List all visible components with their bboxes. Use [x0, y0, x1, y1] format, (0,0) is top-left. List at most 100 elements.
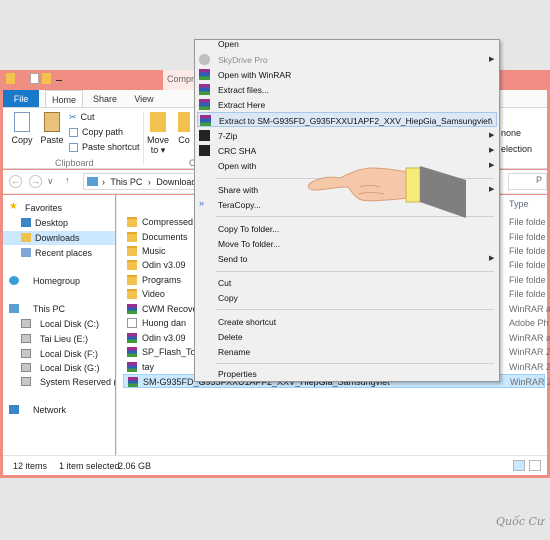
nav-desktop[interactable]: Desktop — [3, 216, 115, 230]
folder-icon[interactable] — [6, 73, 15, 84]
move-to-label: Move to ▾ — [146, 135, 169, 155]
forward-button[interactable]: → — [29, 175, 42, 188]
folder-icon — [127, 289, 137, 299]
new-folder-icon[interactable] — [42, 73, 51, 84]
large-icons-view-button[interactable] — [529, 460, 541, 471]
copy-button[interactable]: Copy — [9, 112, 35, 145]
ribbon-divider — [143, 112, 144, 164]
nav-system-reserved-h[interactable]: System Reserved (H: — [3, 375, 115, 389]
computer-icon — [87, 177, 98, 186]
move-to-icon — [150, 112, 166, 132]
status-bar: 12 items 1 item selected 2.06 GB — [3, 455, 547, 475]
file-type: File folde — [509, 246, 546, 256]
paste-shortcut-icon — [69, 143, 78, 153]
drive-icon — [21, 377, 31, 386]
cloud-icon — [199, 54, 210, 65]
menu-item-properties[interactable]: Properties — [197, 366, 497, 381]
menu-separator — [216, 271, 494, 272]
menu-item-extract-to-folder[interactable]: Extract to SM-G935FD_G935FXXU1APF2_XXV_H… — [197, 112, 497, 127]
search-input[interactable]: P — [508, 173, 547, 190]
menu-item-label: Rename — [218, 347, 251, 357]
menu-item-extract-files[interactable]: Extract files... — [197, 82, 497, 97]
paste-label: Paste — [40, 135, 64, 145]
paste-shortcut-button[interactable]: Paste shortcut — [69, 142, 140, 154]
navigation-pane: ★ Favorites Desktop Downloads Recent pla… — [3, 195, 115, 455]
copy-path-icon — [69, 128, 78, 138]
menu-separator — [216, 363, 494, 364]
nav-favorites[interactable]: ★ Favorites — [3, 201, 115, 215]
file-name: tay — [142, 362, 155, 372]
menu-item-label: 7-Zip — [218, 131, 238, 141]
menu-item-skydrive-pro[interactable]: SkyDrive Pro ▶ — [197, 52, 497, 67]
nav-tai-lieu-e[interactable]: Tai Lieu (E:) — [3, 332, 115, 346]
winrar-icon — [200, 115, 211, 126]
cut-button[interactable]: ✂ Cut — [69, 112, 95, 124]
copy-label: Copy — [11, 135, 33, 145]
file-type: File folde — [509, 289, 546, 299]
menu-item-extract-here[interactable]: Extract Here — [197, 97, 497, 112]
invert-selection-button[interactable]: election — [501, 144, 532, 154]
file-type: WinRAR Z — [509, 347, 550, 357]
file-name: Odin v3.09 — [142, 260, 186, 270]
hand-cuff — [405, 167, 421, 203]
compressed-tools-tab[interactable]: Compre — [163, 70, 195, 90]
tab-share[interactable]: Share — [87, 90, 123, 108]
copy-path-button[interactable]: Copy path — [69, 127, 123, 139]
nav-local-disk-c[interactable]: Local Disk (C:) — [3, 317, 115, 331]
tab-home[interactable]: Home — [45, 90, 83, 108]
menu-item-label: CRC SHA — [218, 146, 257, 156]
nav-downloads[interactable]: Downloads — [3, 231, 115, 245]
nav-homegroup[interactable]: Homegroup — [3, 274, 115, 288]
menu-item-cut[interactable]: Cut — [197, 275, 497, 290]
menu-item-open-with-winrar[interactable]: Open with WinRAR — [197, 67, 497, 82]
winrar-icon — [199, 99, 210, 110]
drive-icon — [21, 334, 31, 343]
nav-local-disk-f[interactable]: Local Disk (F:) — [3, 347, 115, 361]
winrar-archive-icon — [128, 377, 138, 387]
details-view-button[interactable] — [513, 460, 525, 471]
item-count: 12 items — [13, 461, 48, 471]
submenu-arrow-icon: ▶ — [489, 132, 495, 139]
menu-item-label: Send to — [218, 254, 248, 264]
nav-recent-places[interactable]: Recent places — [3, 246, 115, 260]
file-type: WinRAR a — [509, 333, 550, 343]
submenu-arrow-icon: ▶ — [489, 162, 495, 169]
copy-icon — [14, 112, 30, 132]
nav-label: System Reserved (H: — [40, 377, 115, 387]
up-button[interactable]: ↑ — [65, 175, 70, 185]
nav-this-pc[interactable]: This PC — [3, 302, 115, 316]
menu-item-send-to[interactable]: Send to ▶ — [197, 251, 497, 266]
tab-file[interactable]: File — [3, 90, 39, 108]
paste-button[interactable]: Paste — [39, 112, 65, 145]
address-box[interactable]: › This PC › Downloads — [83, 173, 201, 190]
menu-item-rename[interactable]: Rename — [197, 344, 497, 359]
7zip-icon — [199, 145, 210, 156]
file-type: File folde — [509, 217, 546, 227]
properties-icon[interactable] — [30, 73, 39, 84]
menu-item-create-shortcut[interactable]: Create shortcut — [197, 314, 497, 329]
nav-network[interactable]: Network — [3, 403, 115, 417]
column-header-type[interactable]: Type — [509, 199, 529, 209]
menu-item-copy[interactable]: Copy — [197, 290, 497, 305]
star-icon: ★ — [9, 201, 18, 212]
menu-item-open[interactable]: Open — [197, 36, 497, 51]
copy-to-button[interactable]: Co — [175, 112, 193, 145]
customize-quick-access-icon[interactable] — [56, 75, 62, 81]
breadcrumb-this-pc[interactable]: This PC — [110, 177, 142, 187]
tab-view[interactable]: View — [127, 90, 161, 108]
move-to-button[interactable]: Move to ▾ — [145, 112, 171, 155]
file-type: File folde — [509, 232, 546, 242]
menu-item-delete[interactable]: Delete — [197, 329, 497, 344]
selection-count: 1 item selected — [59, 461, 120, 471]
file-type: WinRAR Z — [510, 377, 550, 387]
copy-to-label: Co — [178, 135, 190, 145]
back-button[interactable]: ← — [9, 175, 22, 188]
breadcrumb-separator: › — [102, 177, 105, 187]
winrar-archive-icon — [127, 347, 137, 357]
nav-label: Desktop — [35, 218, 69, 228]
nav-local-disk-g[interactable]: Local Disk (G:) — [3, 361, 115, 375]
select-none-button[interactable]: none — [501, 128, 521, 138]
recent-locations-button[interactable]: ∨ — [47, 176, 54, 187]
file-type: WinRAR a — [509, 304, 550, 314]
pdf-document-icon — [127, 318, 137, 328]
